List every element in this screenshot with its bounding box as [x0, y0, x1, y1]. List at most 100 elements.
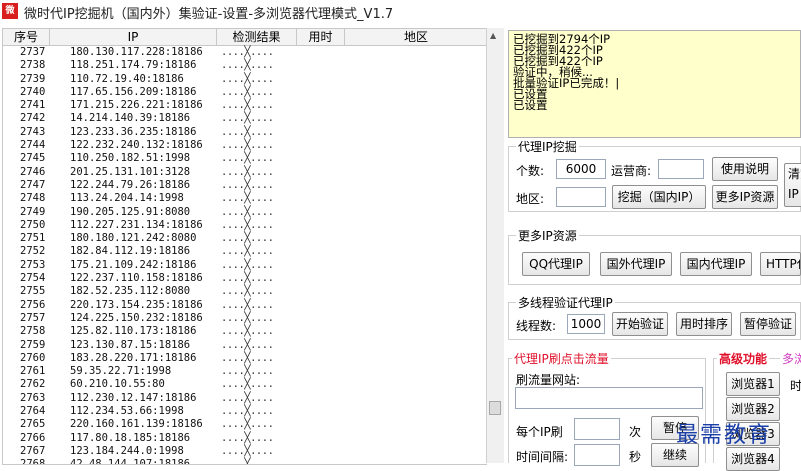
browser-1-button[interactable]: 浏览器1	[726, 372, 780, 396]
carrier-input[interactable]	[658, 159, 704, 179]
foreign-proxy-button[interactable]: 国外代理IP	[600, 252, 672, 276]
usage-button[interactable]: 使用说明	[712, 157, 778, 181]
table-row[interactable]: 2741 171.215.226.221:18186 ....╳....	[3, 99, 487, 112]
row-seq: 2741	[20, 99, 46, 112]
advanced-title: 高级功能	[717, 350, 770, 367]
table-row[interactable]: 2751 180.180.121.242:8080 ....╳....	[3, 232, 487, 245]
row-ip: 117.80.18.185:18186	[70, 431, 191, 444]
table-row[interactable]: 2767 123.184.244.0:1998 ....╳....	[3, 445, 487, 458]
verify-group-title: 多线程验证代理IP	[516, 294, 615, 311]
table-row[interactable]: 2749 190.205.125.91:8080 ....╳....	[3, 206, 487, 219]
domestic-proxy-button[interactable]: 国内代理IP	[680, 252, 752, 276]
row-seq: 2748	[20, 192, 46, 205]
results-table[interactable]: 序号 IP 检测结果 用时 地区 2737 180.130.117.228:181…	[2, 28, 487, 465]
mine-domestic-button[interactable]: 挖掘（国内IP）	[612, 185, 706, 209]
table-row[interactable]: 2739 110.72.19.40:18186 ....╳....	[3, 73, 487, 86]
table-row[interactable]: 2763 112.230.12.147:18186 ....╳....	[3, 392, 487, 405]
col-header-region[interactable]: 地区	[345, 29, 487, 45]
row-seq: 2763	[20, 391, 46, 404]
table-row[interactable]: 2744 122.232.240.132:18186 ....╳....	[3, 139, 487, 152]
watermark-text: 最需教育	[676, 423, 773, 448]
row-result: ....╳....	[221, 165, 274, 178]
table-scrollbar[interactable]: ▲	[486, 28, 504, 463]
col-header-result[interactable]: 检测结果	[217, 29, 297, 45]
site-input[interactable]	[515, 387, 703, 409]
row-ip: 112.230.12.147:18186	[70, 391, 197, 404]
table-row[interactable]: 2766 117.80.18.185:18186 ....╳....	[3, 432, 487, 445]
qq-proxy-button[interactable]: QQ代理IP	[522, 252, 590, 276]
row-result: ....╳....	[221, 46, 274, 58]
sort-by-time-button[interactable]: 用时排序	[676, 312, 732, 336]
row-result: ....╳....	[221, 338, 274, 351]
per-ip-input[interactable]	[574, 418, 620, 440]
row-result: ....╳....	[221, 125, 274, 138]
table-row[interactable]: 2743 123.233.36.235:18186 ....╳....	[3, 126, 487, 139]
count-input[interactable]: 6000	[556, 159, 606, 179]
row-seq: 2768	[20, 458, 46, 465]
row-result: ....╳....	[221, 325, 274, 338]
table-row[interactable]: 2742 14.214.140.39:18186 ....╳....	[3, 112, 487, 125]
table-row[interactable]: 2756 220.173.154.235:18186 ....╳....	[3, 299, 487, 312]
table-row[interactable]: 2737 180.130.117.228:18186 ....╳....	[3, 46, 487, 59]
log-line: 批量验证IP已完成！|	[513, 76, 620, 90]
row-result: ....╳....	[221, 139, 274, 152]
row-ip: 123.233.36.235:18186	[70, 125, 197, 138]
table-row[interactable]: 2757 124.225.150.232:18186 ....╳....	[3, 312, 487, 325]
table-row[interactable]: 2745 110.250.182.51:1998 ....╳....	[3, 152, 487, 165]
row-ip: 112.234.53.66:1998	[70, 405, 184, 418]
table-row[interactable]: 2746 201.25.131.101:3128 ....╳....	[3, 166, 487, 179]
row-result: ....╳....	[221, 351, 274, 364]
table-row[interactable]: 2765 220.160.161.139:18186 ....╳....	[3, 418, 487, 431]
region-input[interactable]	[556, 187, 606, 207]
table-row[interactable]: 2752 182.84.112.19:18186 ....╳....	[3, 245, 487, 258]
row-result: ....╳....	[221, 285, 274, 298]
table-row[interactable]: 2755 182.52.235.112:8080 ....╳....	[3, 285, 487, 298]
table-row[interactable]: 2764 112.234.53.66:1998 ....╳....	[3, 405, 487, 418]
col-header-time[interactable]: 用时	[297, 29, 345, 45]
scroll-up-arrow-icon[interactable]: ▲	[490, 31, 496, 40]
table-row[interactable]: 2759 123.130.87.15:18186 ....╳....	[3, 339, 487, 352]
col-header-ip[interactable]: IP	[50, 29, 217, 45]
row-ip: 122.237.110.158:18186	[70, 272, 203, 285]
log-line: 已设置	[513, 87, 548, 101]
row-ip: 42.48.144.107:18186	[70, 458, 191, 465]
count-label: 个数:	[516, 164, 545, 178]
row-seq: 2764	[20, 405, 46, 418]
browser-4-button[interactable]: 浏览器4	[726, 447, 780, 471]
table-row[interactable]: 2750 112.227.231.134:18186 ....╳....	[3, 219, 487, 232]
start-verify-button[interactable]: 开始验证	[612, 312, 668, 336]
row-result: ....╳....	[221, 405, 274, 418]
threads-input[interactable]: 1000	[567, 314, 605, 334]
row-seq: 2749	[20, 205, 46, 218]
http-proxy-button[interactable]: HTTP代理	[760, 252, 801, 276]
table-row[interactable]: 2754 122.237.110.158:18186 ....╳....	[3, 272, 487, 285]
table-row[interactable]: 2760 183.28.220.171:18186 ....╳....	[3, 352, 487, 365]
table-row[interactable]: 2758 125.82.110.173:18186 ....╳....	[3, 325, 487, 338]
row-seq: 2754	[20, 272, 46, 285]
scroll-thumb[interactable]	[489, 401, 501, 415]
clear-ip-button[interactable]: 清空IP	[784, 163, 801, 207]
row-result: ....╳....	[221, 99, 274, 112]
more-ip-button[interactable]: 更多IP资源	[712, 185, 778, 209]
table-row[interactable]: 2738 118.251.174.79:18186 ....╳....	[3, 59, 487, 72]
table-row[interactable]: 2747 122.244.79.26:18186 ....╳....	[3, 179, 487, 192]
row-seq: 2765	[20, 418, 46, 431]
row-ip: 123.184.244.0:1998	[70, 444, 184, 457]
row-seq: 2743	[20, 125, 46, 138]
row-ip: 118.251.174.79:18186	[70, 59, 197, 72]
row-seq: 2738	[20, 59, 46, 72]
window-title: 微时代IP挖掘机（国内外）集验证-设置-多浏览器代理模式_V1.7	[24, 7, 394, 22]
table-row[interactable]: 2761 59.35.22.71:1998 ....╳....	[3, 365, 487, 378]
col-header-seq[interactable]: 序号	[3, 29, 50, 45]
resources-group-title: 更多IP资源	[516, 227, 579, 244]
table-row[interactable]: 2753 175.21.109.242:18186 ....╳....	[3, 259, 487, 272]
table-row[interactable]: 2740 117.65.156.209:18186 ....╳....	[3, 86, 487, 99]
row-result: ....╳....	[221, 218, 274, 231]
row-result: ....╳....	[221, 192, 274, 205]
table-row[interactable]: 2762 60.210.10.55:80 ....╳....	[3, 378, 487, 391]
pause-verify-button[interactable]: 暂停验证	[740, 312, 796, 336]
table-row[interactable]: 2748 113.24.204.14:1998 ....╳....	[3, 192, 487, 205]
threads-label: 线程数:	[516, 319, 557, 333]
table-row[interactable]: 2768 42.48.144.107:18186 ....╳....	[3, 458, 487, 465]
app-icon: 微时	[2, 3, 18, 32]
